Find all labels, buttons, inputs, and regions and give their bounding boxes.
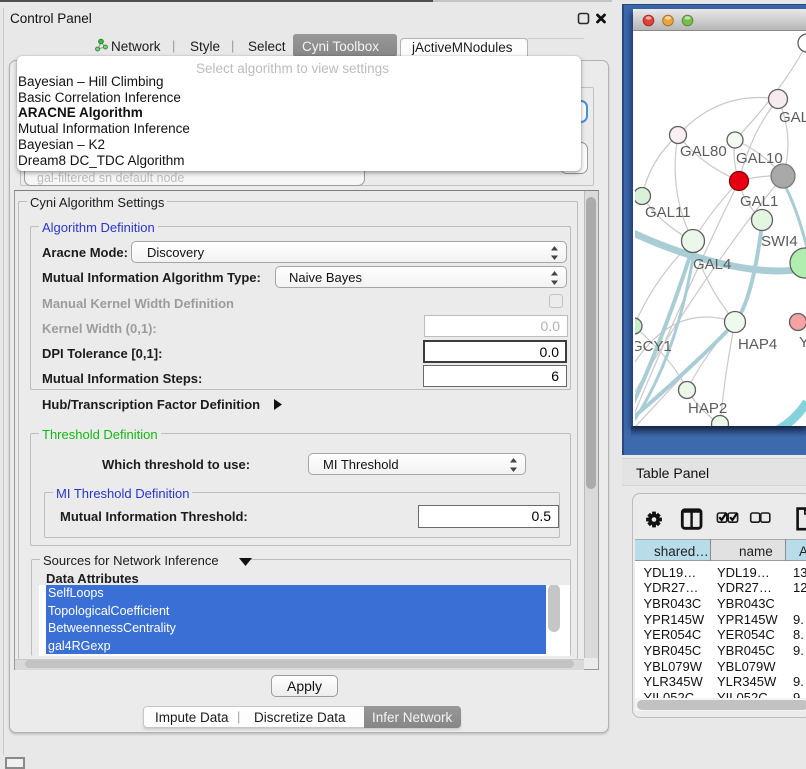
svg-text:GAL4: GAL4 — [693, 256, 731, 273]
svg-text:SWI4: SWI4 — [761, 233, 798, 250]
svg-text:Y: Y — [799, 334, 806, 351]
svg-text:GAL11: GAL11 — [645, 204, 691, 221]
svg-text:GCY1: GCY1 — [635, 338, 672, 355]
svg-text:GAL10: GAL10 — [736, 150, 783, 167]
svg-text:GAL1: GAL1 — [740, 193, 778, 210]
svg-text:HAP4: HAP4 — [738, 336, 777, 353]
svg-text:GAL: GAL — [779, 109, 806, 126]
svg-text:HAP2: HAP2 — [688, 400, 727, 417]
svg-text:GAL80: GAL80 — [680, 143, 727, 160]
